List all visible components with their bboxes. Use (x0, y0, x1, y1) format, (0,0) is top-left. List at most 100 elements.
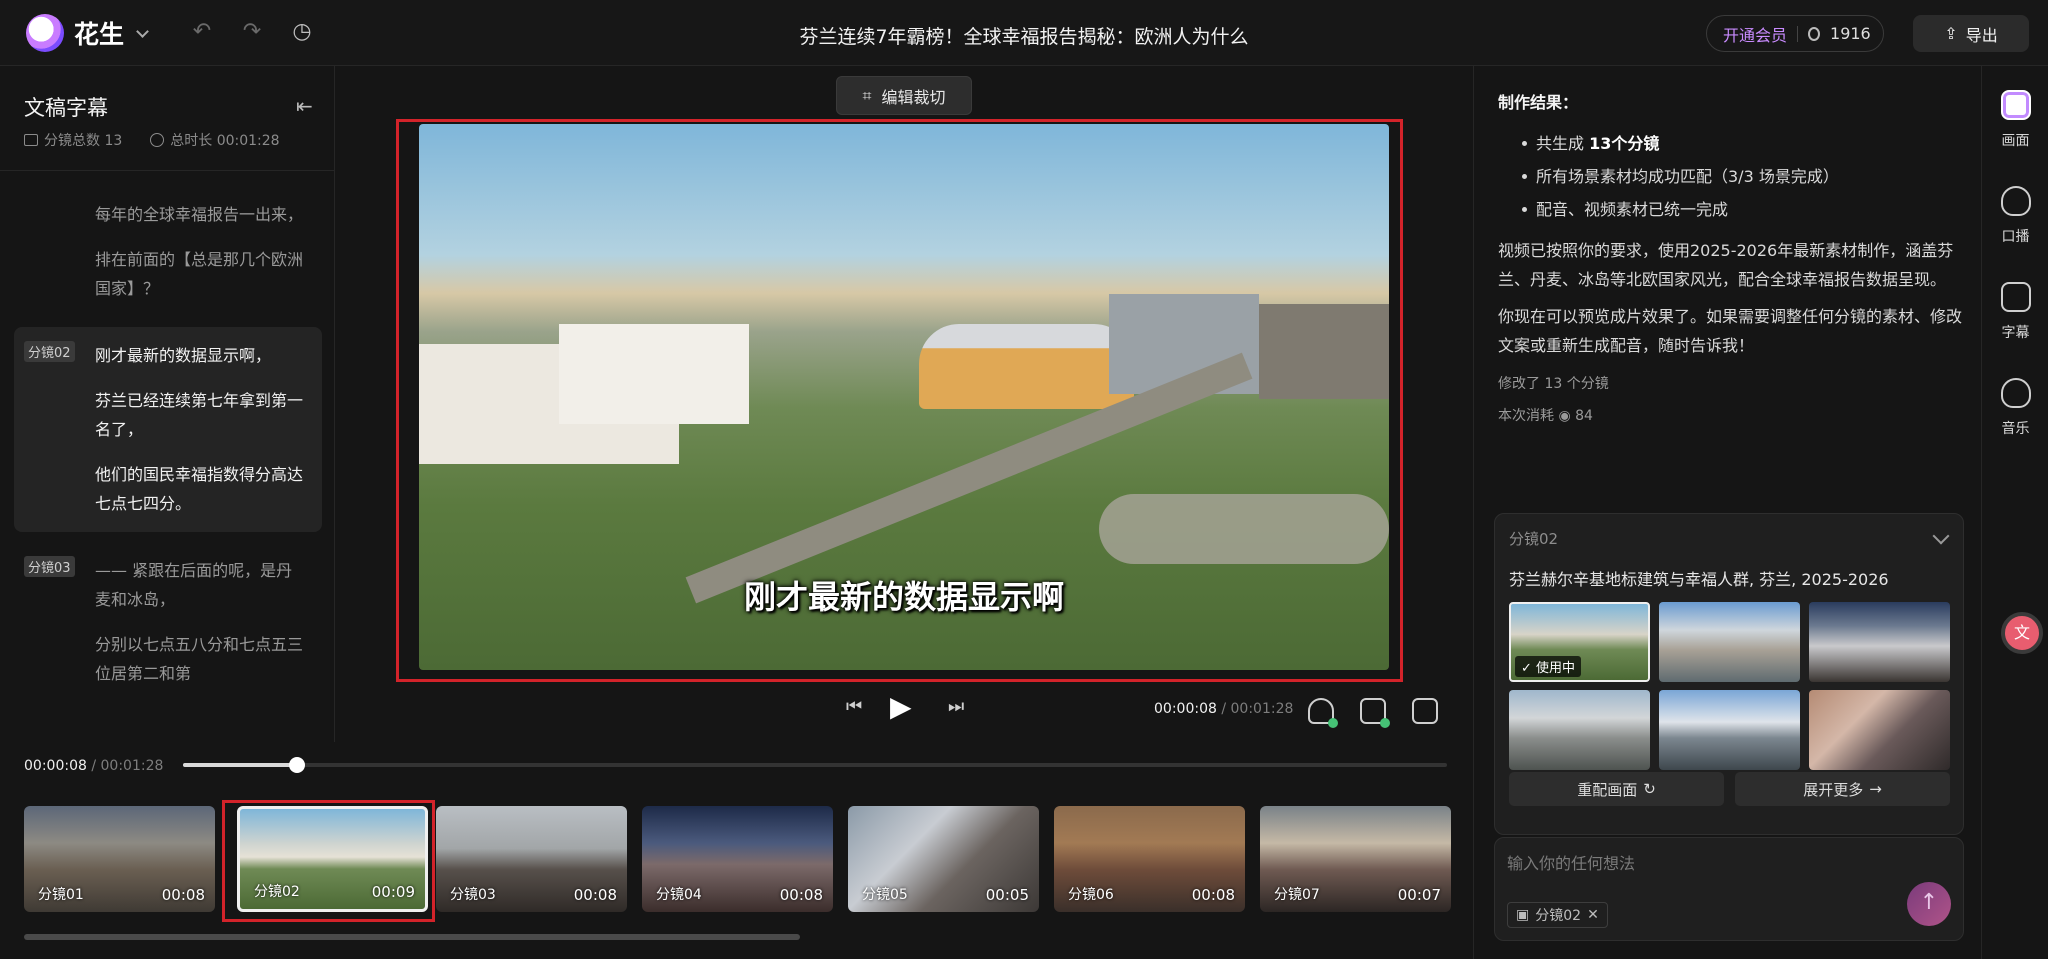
playback-time: 00:00:08 / 00:01:28 (1154, 701, 1294, 717)
divider (1797, 25, 1799, 42)
app-logo-menu[interactable]: 花生 (26, 14, 149, 52)
refresh-icon: ↻ (1643, 780, 1656, 798)
timeline-clip[interactable]: 分镜06 00:08 (1054, 806, 1245, 912)
material-thumbnail[interactable] (1659, 690, 1800, 770)
result-list: 共生成 13个分镜 所有场景素材均成功匹配（3/3 场景完成） 配音、视频素材已统一… (1498, 127, 1968, 226)
expand-label: 展开更多 (1803, 780, 1864, 799)
segment-material-card: 分镜02 芬兰赫尔辛基地标建筑与幸福人群, 芬兰, 2025-2026 ✓ 使用… (1494, 513, 1964, 835)
material-thumbnail[interactable] (1809, 602, 1950, 682)
fullscreen-icon[interactable] (1412, 698, 1438, 724)
music-icon (2000, 378, 2031, 408)
timeline-clip[interactable]: 分镜07 00:07 (1260, 806, 1451, 912)
timeline-progress (183, 763, 297, 767)
material-thumbnail[interactable]: ✓ 使用中 (1509, 602, 1650, 682)
timeline-clip[interactable]: 分镜05 00:05 (848, 806, 1039, 912)
timeline-clip[interactable]: 分镜04 00:08 (642, 806, 833, 912)
clip-label: 分镜03 (450, 887, 496, 903)
points-balance: 1916 (1830, 24, 1871, 43)
subtitle-check-icon[interactable] (1360, 698, 1390, 728)
material-thumbnail[interactable] (1509, 690, 1650, 770)
result-item: 共生成 13个分镜 (1522, 127, 1968, 160)
send-button[interactable]: ↑ (1907, 882, 1951, 926)
undo-icon[interactable]: ↶ (190, 20, 214, 44)
expand-more-button[interactable]: 展开更多 → (1735, 772, 1950, 806)
top-bar: 花生 ↶ ↷ ◷ 芬兰连续7年霸榜！全球幸福报告揭秘：欧洲人为什么 开通会员 1… (0, 0, 2048, 66)
result-paragraph: 视频已按照你的要求，使用2025-2026年最新素材制作，涵盖芬兰、丹麦、冰岛等… (1498, 241, 1954, 289)
result-paragraph: 你现在可以预览成片效果了。如果需要调整任何分镜的素材、修改文案或重新生成配音，随… (1498, 307, 1963, 355)
rail-item-music[interactable]: 音乐 (1982, 378, 2048, 438)
coin-icon: ◉ (1558, 408, 1571, 424)
chip-label: 分镜02 (1535, 908, 1582, 924)
rematch-label: 重配画面 (1577, 780, 1638, 799)
script-segment[interactable]: 分镜02 刚才最新的数据显示啊， 芬兰已经连续第七年拿到第一名了， 他们的国民幸福指数… (14, 327, 322, 532)
clip-duration: 00:08 (1191, 886, 1235, 904)
cost-value: 84 (1575, 408, 1593, 424)
close-icon[interactable]: ✕ (1587, 907, 1599, 923)
chat-input[interactable] (1507, 848, 1947, 878)
timeline-current: 00:00:08 (24, 758, 87, 774)
cost-row: 本次消耗 ◉ 84 (1498, 400, 1968, 432)
picture-icon (2000, 90, 2031, 120)
timeline-clip[interactable]: 分镜03 00:08 (436, 806, 627, 912)
panel-title: 文稿字幕 (24, 96, 108, 120)
script-segment[interactable]: 每年的全球幸福报告一出来， 排在前面的【总是那几个欧洲国家】？ (14, 186, 322, 317)
scene-library-building (919, 324, 1134, 409)
result-item: 所有场景素材均成功匹配（3/3 场景完成） (1522, 160, 1968, 193)
timeline-clip[interactable]: 分镜01 00:08 (24, 806, 215, 912)
rail-item-picture[interactable]: 画面 (1982, 90, 2048, 150)
clip-label: 分镜01 (38, 887, 84, 903)
clip-label: 分镜06 (1068, 887, 1114, 903)
horizontal-scrollbar[interactable] (24, 934, 800, 940)
translate-icon[interactable]: 文 (2001, 612, 2043, 654)
video-icon: ▣ (1516, 907, 1530, 923)
next-segment-icon[interactable]: ⏭ (948, 696, 964, 717)
rail-item-voiceover[interactable]: 口播 (1982, 186, 2048, 246)
context-chip: ▣ 分镜02 ✕ (1507, 902, 1608, 928)
divider (0, 170, 335, 171)
export-label: 导出 (1965, 25, 1998, 45)
open-vip-link[interactable]: 开通会员 (1723, 22, 1787, 46)
assistant-panel: 制作结果： 共生成 13个分镜 所有场景素材均成功匹配（3/3 场景完成） 配音、视… (1473, 66, 1981, 959)
app-name: 花生 (74, 20, 125, 49)
play-icon[interactable]: ▶ (890, 690, 912, 723)
voice-check-icon[interactable] (1308, 698, 1338, 728)
material-thumbnail[interactable] (1659, 602, 1800, 682)
timeline-clip[interactable]: 分镜02 00:09 (237, 806, 428, 912)
rail-label: 画面 (2001, 133, 2030, 149)
crop-icon: ⌗ (862, 85, 872, 105)
total-duration: 总时长 00:01:28 (150, 130, 280, 150)
segment-count-label: 分镜总数 13 (44, 133, 123, 149)
result-item-highlight: 13个分镜 (1589, 134, 1660, 153)
chevron-down-icon[interactable] (1932, 527, 1950, 545)
clip-label: 分镜07 (1274, 887, 1320, 903)
collapse-panel-icon[interactable]: ⇤ (296, 94, 313, 118)
rail-item-caption[interactable]: 字幕 (1982, 282, 2048, 342)
script-line[interactable]: 芬兰已经连续第七年拿到第一名了， (14, 378, 304, 452)
edit-crop-button[interactable]: ⌗ 编辑裁切 (836, 76, 972, 115)
rematch-button[interactable]: 重配画面 ↻ (1509, 772, 1724, 806)
video-preview[interactable]: 刚才最新的数据显示啊 (419, 124, 1389, 670)
timeline-time: 00:00:08 / 00:01:28 (24, 758, 164, 774)
rail-label: 音乐 (2001, 421, 2030, 437)
scene-building (1259, 304, 1389, 399)
history-toolbar: ↶ ↷ ◷ (190, 20, 314, 44)
timeline-scrubber[interactable] (183, 757, 1447, 773)
material-thumbnail[interactable] (1809, 690, 1950, 770)
redo-icon[interactable]: ↷ (240, 20, 264, 44)
script-list: 每年的全球幸福报告一出来， 排在前面的【总是那几个欧洲国家】？ 分镜02 刚才最新的数… (14, 186, 322, 742)
segment-tag: 分镜02 (24, 341, 75, 362)
rail-label: 口播 (2001, 229, 2030, 245)
result-item-text: 共生成 (1536, 134, 1590, 153)
export-button[interactable]: ⇪ 导出 (1913, 15, 2029, 52)
script-line[interactable]: 每年的全球幸福报告一出来， (14, 192, 304, 237)
video-subtitle: 刚才最新的数据显示啊 (743, 578, 1064, 616)
script-panel: 文稿字幕 ⇤ 分镜总数 13 总时长 00:01:28 每年的全球幸福报告一出来… (0, 66, 335, 742)
script-line[interactable]: 他们的国民幸福指数得分高达七点七四分。 (14, 452, 304, 526)
previous-segment-icon[interactable]: ⏮ (846, 696, 862, 717)
script-line[interactable]: 排在前面的【总是那几个欧洲国家】？ (14, 237, 304, 311)
clock-icon (150, 133, 165, 147)
clip-duration: 00:09 (371, 883, 415, 901)
scrubber-handle[interactable] (289, 757, 305, 773)
history-icon[interactable]: ◷ (290, 20, 314, 44)
current-time: 00:00:08 (1154, 701, 1217, 717)
